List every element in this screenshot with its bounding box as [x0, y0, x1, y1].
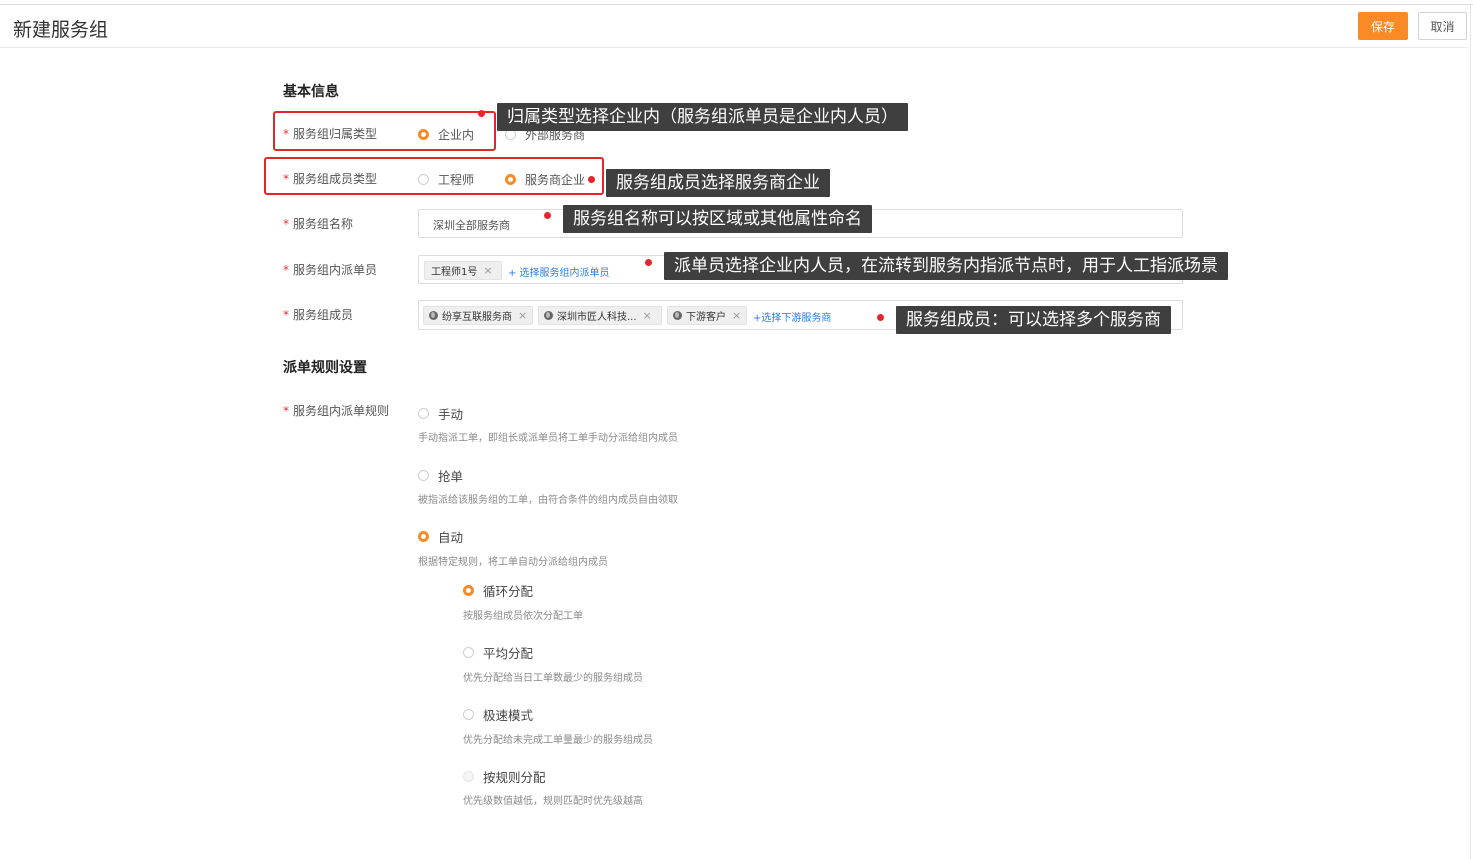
- annotation-dot: [478, 110, 485, 117]
- annotation-dot: [588, 176, 595, 183]
- remove-tag-icon[interactable]: ×: [643, 309, 652, 322]
- required-mark: *: [283, 217, 289, 231]
- dispatcher-tag: 工程师1号 ×: [424, 261, 502, 280]
- annotation-callout-dispatcher: 派单员选择企业内人员，在流转到服务内指派节点时，用于人工指派场景: [664, 252, 1228, 280]
- annotation-dot: [544, 212, 551, 219]
- annotation-box-ownership: [273, 111, 496, 151]
- radio-manual[interactable]: 手动: [418, 404, 463, 423]
- required-mark: *: [283, 308, 289, 322]
- annotation-callout-group-name: 服务组名称可以按区域或其他属性命名: [563, 205, 872, 233]
- radio-round-robin[interactable]: 循环分配: [463, 581, 533, 600]
- radio-grab[interactable]: 抢单: [418, 466, 463, 485]
- radio-circle: [463, 585, 474, 596]
- average-desc: 优先分配给当日工单数最少的服务组成员: [463, 673, 643, 684]
- annotation-callout-ownership: 归属类型选择企业内（服务组派单员是企业内人员）: [497, 103, 908, 131]
- rule-based-desc: 优先级数值越低，规则匹配时优先级越高: [463, 796, 643, 807]
- member-tag: 下游客户 ×: [667, 306, 747, 325]
- annotation-callout-member-type: 服务组成员选择服务商企业: [606, 169, 830, 197]
- remove-tag-icon[interactable]: ×: [483, 264, 492, 277]
- globe-icon: [429, 311, 438, 320]
- radio-circle: [463, 647, 474, 658]
- radio-average[interactable]: 平均分配: [463, 643, 533, 662]
- remove-tag-icon[interactable]: ×: [732, 309, 741, 322]
- globe-icon: [673, 311, 682, 320]
- annotation-dot: [877, 314, 884, 321]
- annotation-callout-members: 服务组成员：可以选择多个服务商: [896, 306, 1171, 334]
- radio-circle: [418, 531, 429, 542]
- add-dispatcher-link[interactable]: + 选择服务组内派单员: [508, 264, 610, 279]
- radio-auto[interactable]: 自动: [418, 527, 463, 546]
- add-member-link[interactable]: +选择下游服务商: [753, 309, 831, 324]
- section-title-basic: 基本信息: [283, 84, 339, 100]
- required-mark: *: [283, 263, 289, 277]
- cancel-button[interactable]: 取消: [1418, 12, 1467, 40]
- annotation-box-member-type: [264, 157, 604, 195]
- radio-rule-based: 按规则分配: [463, 767, 546, 786]
- page-title: 新建服务组: [13, 19, 109, 41]
- radio-circle: [463, 771, 474, 782]
- required-mark: *: [283, 404, 289, 418]
- page-header: 新建服务组 保存 取消: [0, 5, 1468, 48]
- right-border: [1470, 5, 1471, 859]
- fast-mode-desc: 优先分配给未完成工单量最少的服务组成员: [463, 735, 653, 746]
- auto-desc: 根据特定规则，将工单自动分派给组内成员: [418, 557, 608, 568]
- grab-desc: 被指派给该服务组的工单，由符合条件的组内成员自由领取: [418, 495, 678, 506]
- group-name-label: * 服务组名称: [283, 217, 354, 231]
- members-label: * 服务组成员: [283, 308, 354, 322]
- radio-fast-mode[interactable]: 极速模式: [463, 705, 533, 724]
- annotation-dot: [645, 259, 652, 266]
- round-robin-desc: 按服务组成员依次分配工单: [463, 611, 583, 622]
- globe-icon: [544, 311, 553, 320]
- manual-desc: 手动指派工单，即组长或派单员将工单手动分派给组内成员: [418, 433, 678, 444]
- dispatch-rule-label: * 服务组内派单规则: [283, 404, 390, 418]
- radio-circle: [463, 709, 474, 720]
- save-button[interactable]: 保存: [1358, 12, 1408, 40]
- member-tag: 纷享互联服务商 ×: [423, 306, 533, 325]
- group-name-value: 深圳全部服务商: [433, 219, 510, 232]
- section-title-rules: 派单规则设置: [283, 360, 367, 376]
- dispatcher-label: * 服务组内派单员: [283, 263, 378, 277]
- remove-tag-icon[interactable]: ×: [518, 309, 527, 322]
- radio-circle: [418, 408, 429, 419]
- member-tag: 深圳市匠人科技... ×: [538, 306, 662, 325]
- radio-circle: [418, 470, 429, 481]
